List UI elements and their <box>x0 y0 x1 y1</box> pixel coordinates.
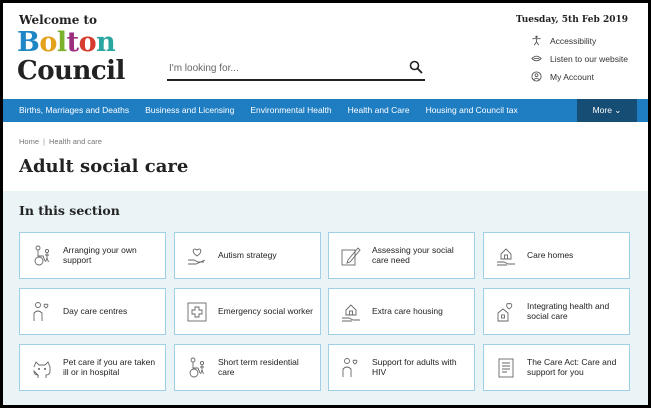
card-assessing-need[interactable]: Assessing your social care need <box>328 232 475 279</box>
logo-bolton[interactable]: Bolton <box>17 27 116 58</box>
card-label: Emergency social worker <box>218 305 313 316</box>
page-title: Adult social care <box>19 156 189 177</box>
pet-icon <box>33 361 51 378</box>
nav-more-button[interactable]: More ⌄ <box>577 99 637 122</box>
search-input[interactable] <box>169 59 399 77</box>
in-this-section: In this section Arranging your own suppo… <box>3 191 648 405</box>
current-date: Tuesday, 5th Feb 2019 <box>515 15 628 25</box>
logo-letter: B <box>17 27 40 58</box>
search-icon[interactable] <box>409 60 423 74</box>
card-support-hiv[interactable]: Support for adults with HIV <box>328 344 475 391</box>
card-label: Arranging your own support <box>63 245 137 265</box>
listen-link[interactable]: Listen to our website <box>531 53 628 64</box>
card-label: Extra care housing <box>372 305 443 316</box>
nav-item-business[interactable]: Business and Licensing <box>129 99 234 122</box>
card-day-care[interactable]: Day care centres <box>19 288 166 335</box>
logo-letter: t <box>66 27 79 58</box>
pen-paper-icon <box>341 247 361 266</box>
person-heart-icon <box>33 302 49 321</box>
card-label: Pet care if you are taken ill or in hosp… <box>63 357 156 377</box>
nav-item-environmental[interactable]: Environmental Health <box>234 99 331 122</box>
breadcrumb-home[interactable]: Home <box>19 137 39 146</box>
card-label: Short term residential care <box>218 357 299 377</box>
listen-icon <box>531 55 542 62</box>
card-autism-strategy[interactable]: Autism strategy <box>174 232 321 279</box>
card-extra-care-housing[interactable]: Extra care housing <box>328 288 475 335</box>
heart-house-icon <box>497 303 513 322</box>
account-icon <box>531 71 542 82</box>
search-box <box>167 57 425 81</box>
card-label: The Care Act: Care and support for you <box>527 357 617 377</box>
card-care-homes[interactable]: Care homes <box>483 232 630 279</box>
wheelchair-person-icon <box>189 357 205 378</box>
section-title: In this section <box>19 203 120 218</box>
card-label: Integrating health and social care <box>527 301 610 321</box>
house-hand-icon <box>497 248 515 266</box>
breadcrumb-health-care[interactable]: Health and care <box>49 137 102 146</box>
card-label: Day care centres <box>63 305 128 316</box>
logo-letter: o <box>39 27 57 58</box>
logo-letter: l <box>56 27 67 58</box>
person-heart-icon <box>342 358 358 377</box>
breadcrumb: Home | Health and care <box>19 137 102 146</box>
card-label: Assessing your social care need <box>372 245 454 265</box>
card-arranging-support[interactable]: Arranging your own support <box>19 232 166 279</box>
nav-item-health-care[interactable]: Health and Care <box>332 99 410 122</box>
site-header: Welcome to Bolton Council Tuesday, 5th F… <box>3 3 648 99</box>
card-pet-care[interactable]: Pet care if you are taken ill or in hosp… <box>19 344 166 391</box>
card-care-act[interactable]: The Care Act: Care and support for you <box>483 344 630 391</box>
wheelchair-person-icon <box>34 245 50 266</box>
nav-item-housing[interactable]: Housing and Council tax <box>410 99 518 122</box>
main-nav: Births, Marriages and Deaths Business an… <box>3 99 648 122</box>
card-label: Autism strategy <box>218 249 277 260</box>
my-account-label: My Account <box>550 71 594 82</box>
card-label: Support for adults with HIV <box>372 357 457 377</box>
medical-cross-icon <box>187 302 207 322</box>
document-icon <box>498 358 514 378</box>
welcome-text: Welcome to <box>19 13 98 27</box>
card-emergency-social-worker[interactable]: Emergency social worker <box>174 288 321 335</box>
logo-council[interactable]: Council <box>17 57 125 85</box>
logo-letter: n <box>96 27 116 58</box>
heart-hand-icon <box>188 248 206 265</box>
accessibility-label: Accessibility <box>550 35 597 46</box>
listen-label: Listen to our website <box>550 53 628 64</box>
nav-item-births[interactable]: Births, Marriages and Deaths <box>3 99 129 122</box>
house-hand-icon <box>342 304 360 322</box>
card-short-term-care[interactable]: Short term residential care <box>174 344 321 391</box>
card-label: Care homes <box>527 249 574 260</box>
accessibility-icon <box>532 35 541 46</box>
logo-letter: o <box>78 27 97 58</box>
my-account-link[interactable]: My Account <box>531 71 594 82</box>
accessibility-link[interactable]: Accessibility <box>531 35 596 46</box>
card-integrating-health[interactable]: Integrating health and social care <box>483 288 630 335</box>
page-frame: Welcome to Bolton Council Tuesday, 5th F… <box>3 3 648 405</box>
